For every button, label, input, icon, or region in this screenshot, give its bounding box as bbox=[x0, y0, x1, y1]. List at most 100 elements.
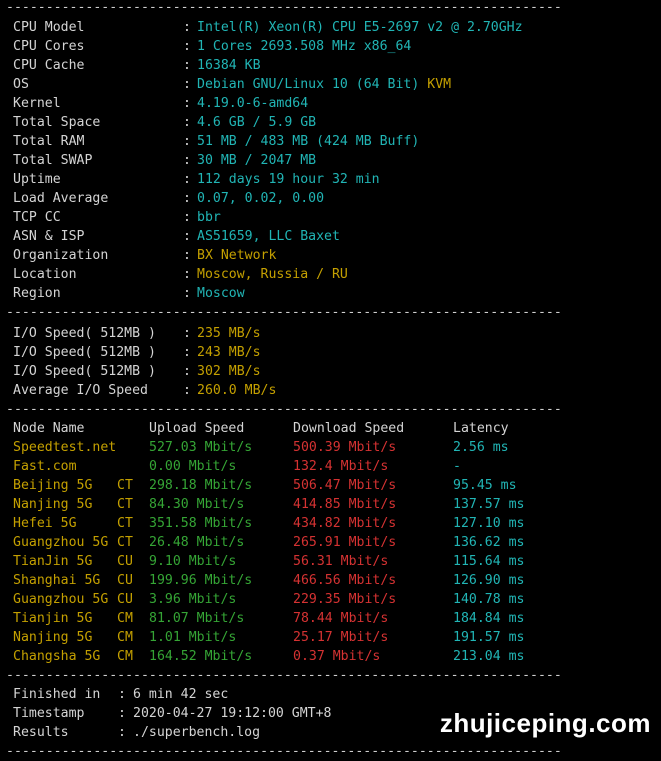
speed-upload: 3.96 Mbit/s bbox=[149, 592, 237, 607]
speed-latency: 2.56 ms bbox=[453, 440, 509, 455]
speed-upload: 164.52 Mbit/s bbox=[149, 649, 253, 664]
footer-value: 2020-04-27 19:12:00 GMT+8 bbox=[133, 706, 332, 721]
speed-header-download: Download Speed bbox=[293, 421, 405, 436]
info-value: Debian GNU/Linux 10 (64 Bit) bbox=[197, 77, 420, 92]
separator-line: ----------------------------------------… bbox=[6, 668, 562, 683]
io-key: I/O Speed( 512MB ) bbox=[13, 364, 156, 379]
info-key: Total SWAP bbox=[13, 153, 93, 168]
info-key: CPU Cores bbox=[13, 39, 85, 54]
speed-download: 434.82 Mbit/s bbox=[293, 516, 397, 531]
speed-latency: 137.57 ms bbox=[453, 497, 525, 512]
speed-node: Nanjing 5G bbox=[13, 497, 93, 512]
info-value: Moscow bbox=[197, 286, 245, 301]
info-extra: KVM bbox=[427, 77, 452, 92]
info-value: 0.07, 0.02, 0.00 bbox=[197, 191, 325, 206]
footer-key: Finished in bbox=[13, 687, 101, 702]
speed-isp: CT bbox=[117, 535, 133, 550]
info-colon: : bbox=[183, 77, 191, 92]
io-value: 302 MB/s bbox=[197, 364, 261, 379]
speed-node: Shanghai 5G bbox=[13, 573, 101, 588]
info-key: TCP CC bbox=[13, 210, 61, 225]
speed-isp: CM bbox=[117, 649, 133, 664]
info-colon: : bbox=[183, 229, 191, 244]
io-colon: : bbox=[183, 345, 191, 360]
speed-node: Tianjin 5G bbox=[13, 611, 93, 626]
info-key: OS bbox=[13, 77, 29, 92]
info-key: Total RAM bbox=[13, 134, 85, 149]
speed-download: 265.91 Mbit/s bbox=[293, 535, 397, 550]
info-value: BX Network bbox=[197, 248, 277, 263]
footer-value: 6 min 42 sec bbox=[133, 687, 229, 702]
speed-upload: 81.07 Mbit/s bbox=[149, 611, 245, 626]
info-colon: : bbox=[183, 39, 191, 54]
io-value: 260.0 MB/s bbox=[197, 383, 277, 398]
speed-download: 500.39 Mbit/s bbox=[293, 440, 397, 455]
speed-download: 56.31 Mbit/s bbox=[293, 554, 389, 569]
separator-line: ----------------------------------------… bbox=[6, 402, 562, 417]
info-key: Kernel bbox=[13, 96, 61, 111]
info-key: Organization bbox=[13, 248, 109, 263]
info-value: 16384 KB bbox=[197, 58, 261, 73]
speed-isp: CT bbox=[117, 497, 133, 512]
speed-isp: CU bbox=[117, 573, 133, 588]
speed-node: Guangzhou 5G bbox=[13, 592, 109, 607]
speed-latency: 213.04 ms bbox=[453, 649, 525, 664]
info-key: Total Space bbox=[13, 115, 101, 130]
speed-latency: 136.62 ms bbox=[453, 535, 525, 550]
info-key: ASN & ISP bbox=[13, 229, 85, 244]
speed-latency: 95.45 ms bbox=[453, 478, 517, 493]
info-colon: : bbox=[183, 210, 191, 225]
speed-upload: 351.58 Mbit/s bbox=[149, 516, 253, 531]
speed-node: TianJin 5G bbox=[13, 554, 93, 569]
info-key: CPU Model bbox=[13, 20, 85, 35]
info-colon: : bbox=[183, 267, 191, 282]
speed-download: 132.4 Mbit/s bbox=[293, 459, 389, 474]
separator-line: ----------------------------------------… bbox=[6, 305, 562, 320]
info-value: Moscow, Russia / RU bbox=[197, 267, 348, 282]
speed-latency: 140.78 ms bbox=[453, 592, 525, 607]
io-key: I/O Speed( 512MB ) bbox=[13, 345, 156, 360]
speed-node: Beijing 5G bbox=[13, 478, 93, 493]
info-value: 1 Cores 2693.508 MHz x86_64 bbox=[197, 39, 412, 54]
speed-download: 414.85 Mbit/s bbox=[293, 497, 397, 512]
info-value: 112 days 19 hour 32 min bbox=[197, 172, 380, 187]
speed-download: 506.47 Mbit/s bbox=[293, 478, 397, 493]
speed-latency: 126.90 ms bbox=[453, 573, 525, 588]
footer-key: Results bbox=[13, 725, 69, 740]
speed-download: 0.37 Mbit/s bbox=[293, 649, 381, 664]
speed-upload: 9.10 Mbit/s bbox=[149, 554, 237, 569]
info-value: 4.6 GB / 5.9 GB bbox=[197, 115, 317, 130]
separator-line: ----------------------------------------… bbox=[6, 744, 562, 759]
info-value: 51 MB / 483 MB (424 MB Buff) bbox=[197, 134, 420, 149]
speed-isp: CT bbox=[117, 516, 133, 531]
speed-upload: 527.03 Mbit/s bbox=[149, 440, 253, 455]
speed-upload: 1.01 Mbit/s bbox=[149, 630, 237, 645]
footer-colon: : bbox=[118, 687, 126, 702]
info-key: Uptime bbox=[13, 172, 61, 187]
info-value: Intel(R) Xeon(R) CPU E5-2697 v2 @ 2.70GH… bbox=[197, 20, 523, 35]
info-value: bbr bbox=[197, 210, 221, 225]
speed-download: 466.56 Mbit/s bbox=[293, 573, 397, 588]
io-colon: : bbox=[183, 383, 191, 398]
io-colon: : bbox=[183, 326, 191, 341]
speed-download: 25.17 Mbit/s bbox=[293, 630, 389, 645]
info-colon: : bbox=[183, 58, 191, 73]
info-colon: : bbox=[183, 172, 191, 187]
speed-node: Nanjing 5G bbox=[13, 630, 93, 645]
speed-header-node: Node Name bbox=[13, 421, 85, 436]
io-value: 243 MB/s bbox=[197, 345, 261, 360]
speed-download: 229.35 Mbit/s bbox=[293, 592, 397, 607]
info-key: Region bbox=[13, 286, 61, 301]
io-key: I/O Speed( 512MB ) bbox=[13, 326, 156, 341]
speed-isp: CT bbox=[117, 478, 133, 493]
info-colon: : bbox=[183, 248, 191, 263]
speed-upload: 0.00 Mbit/s bbox=[149, 459, 237, 474]
speed-node: Changsha 5G bbox=[13, 649, 101, 664]
watermark: zhujiceping.com bbox=[439, 708, 651, 738]
speed-upload: 26.48 Mbit/s bbox=[149, 535, 245, 550]
speed-download: 78.44 Mbit/s bbox=[293, 611, 389, 626]
footer-colon: : bbox=[118, 725, 126, 740]
speed-node: Guangzhou 5G bbox=[13, 535, 109, 550]
footer-value: ./superbench.log bbox=[133, 725, 261, 740]
speed-isp: CM bbox=[117, 611, 133, 626]
